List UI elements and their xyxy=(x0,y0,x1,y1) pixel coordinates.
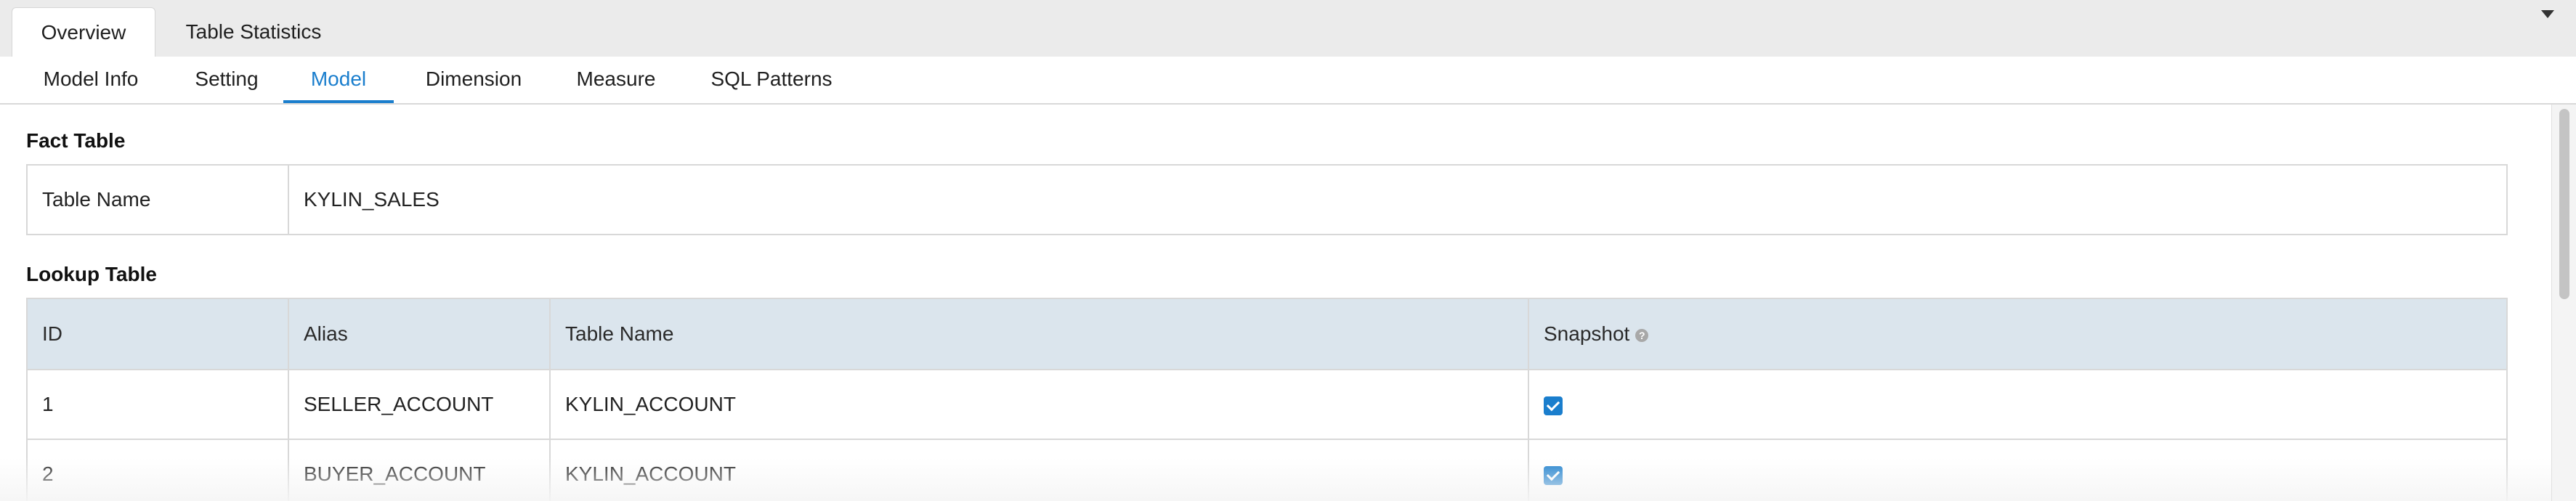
subtab-model[interactable]: Model xyxy=(283,57,394,102)
header-table-name: Table Name xyxy=(549,298,1529,370)
table-header-row: ID Alias Table Name Snapshot? xyxy=(26,298,2508,370)
row-table-name: KYLIN_ACCOUNT xyxy=(549,369,1529,440)
fact-table-label: Table Name xyxy=(26,164,289,235)
snapshot-checkbox[interactable] xyxy=(1544,465,1563,485)
fact-table: Table Name KYLIN_SALES xyxy=(26,164,2508,235)
vertical-scrollbar[interactable] xyxy=(2551,105,2576,501)
row-snapshot xyxy=(1528,439,2508,501)
subtab-model-info[interactable]: Model Info xyxy=(29,57,153,102)
top-tab-bar: Overview Table Statistics xyxy=(0,0,2576,58)
scrollbar-thumb[interactable] xyxy=(2559,109,2569,299)
model-content: Fact Table Table Name KYLIN_SALES Lookup… xyxy=(0,105,2551,501)
tab-table-statistics[interactable]: Table Statistics xyxy=(166,7,341,57)
subtab-dimension[interactable]: Dimension xyxy=(416,57,532,102)
fact-table-value: KYLIN_SALES xyxy=(288,164,2508,235)
row-alias: BUYER_ACCOUNT xyxy=(288,439,551,501)
table-row: 2 BUYER_ACCOUNT KYLIN_ACCOUNT xyxy=(26,439,2508,501)
subtab-setting[interactable]: Setting xyxy=(183,57,270,102)
active-tab-indicator xyxy=(283,100,394,103)
snapshot-checkbox[interactable] xyxy=(1544,396,1563,415)
sub-tab-bar: Model Info Setting Model Dimension Measu… xyxy=(0,57,2576,105)
question-circle-icon[interactable]: ? xyxy=(1635,328,1649,342)
tab-overview[interactable]: Overview xyxy=(12,7,155,58)
lookup-table-title: Lookup Table xyxy=(26,263,157,285)
table-row: 1 SELLER_ACCOUNT KYLIN_ACCOUNT xyxy=(26,369,2508,440)
row-alias: SELLER_ACCOUNT xyxy=(288,369,551,440)
subtab-sql-patterns[interactable]: SQL Patterns xyxy=(699,57,844,102)
chevron-down-icon[interactable] xyxy=(2541,10,2554,18)
lookup-table: ID Alias Table Name Snapshot? 1 SELLER_A… xyxy=(26,298,2508,501)
fact-table-title: Fact Table xyxy=(26,129,126,152)
row-id: 2 xyxy=(26,439,289,501)
header-id: ID xyxy=(26,298,289,370)
row-table-name: KYLIN_ACCOUNT xyxy=(549,439,1529,501)
header-alias: Alias xyxy=(288,298,551,370)
header-snapshot: Snapshot? xyxy=(1528,298,2508,370)
row-id: 1 xyxy=(26,369,289,440)
header-snapshot-label: Snapshot xyxy=(1544,322,1630,345)
subtab-measure[interactable]: Measure xyxy=(567,57,665,102)
row-snapshot xyxy=(1528,369,2508,440)
